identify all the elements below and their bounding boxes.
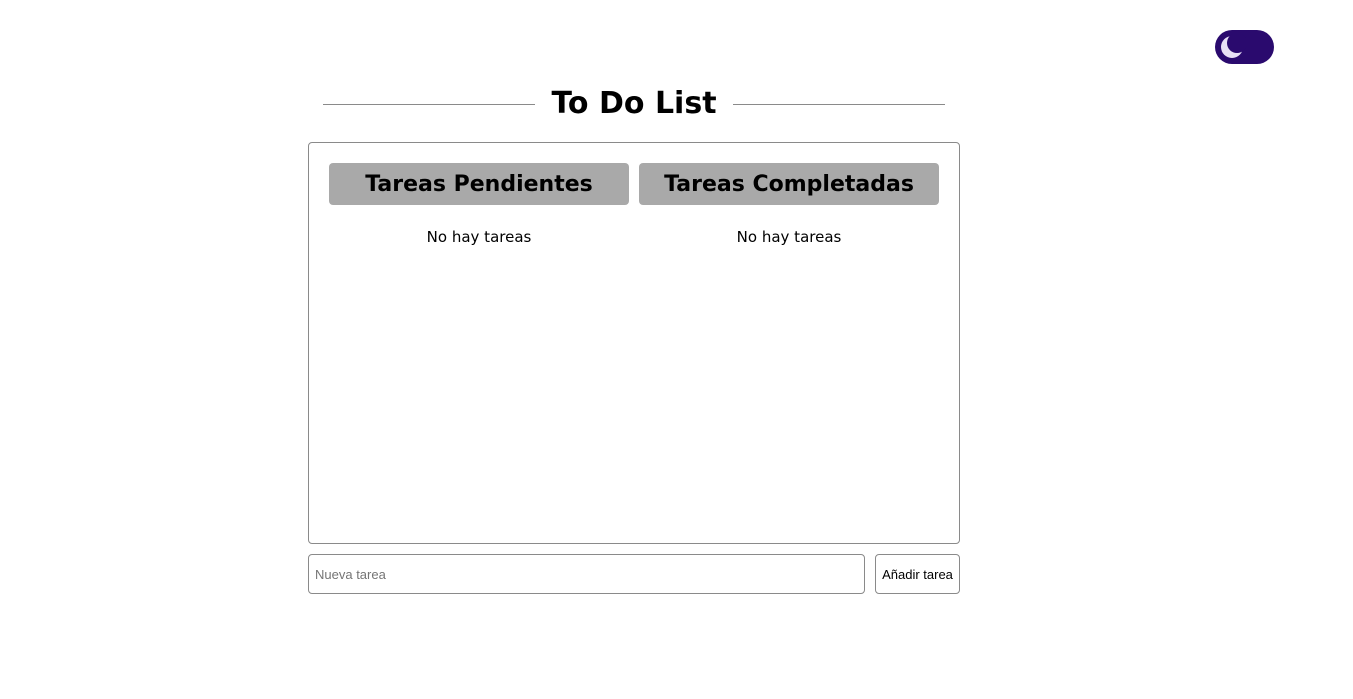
task-board: Tareas Pendientes No hay tareas Tareas C…: [308, 142, 960, 544]
title-row: To Do List: [323, 82, 945, 126]
moon-icon: [1221, 33, 1246, 58]
completed-tasks-column: Tareas Completadas No hay tareas: [639, 163, 939, 247]
pending-tasks-header: Tareas Pendientes: [329, 163, 629, 205]
new-task-input[interactable]: [308, 554, 865, 594]
add-task-button[interactable]: Añadir tarea: [875, 554, 960, 594]
todo-app: To Do List Tareas Pendientes No hay tare…: [0, 0, 1353, 699]
completed-empty-message: No hay tareas: [736, 228, 842, 246]
pending-empty-message: No hay tareas: [426, 228, 532, 246]
completed-tasks-header: Tareas Completadas: [639, 163, 939, 205]
title-divider-right: [732, 103, 945, 105]
pending-tasks-column: Tareas Pendientes No hay tareas: [329, 163, 629, 247]
title-divider-left: [323, 103, 536, 105]
page-title: To Do List: [551, 86, 717, 121]
dark-mode-toggle[interactable]: [1215, 30, 1274, 64]
